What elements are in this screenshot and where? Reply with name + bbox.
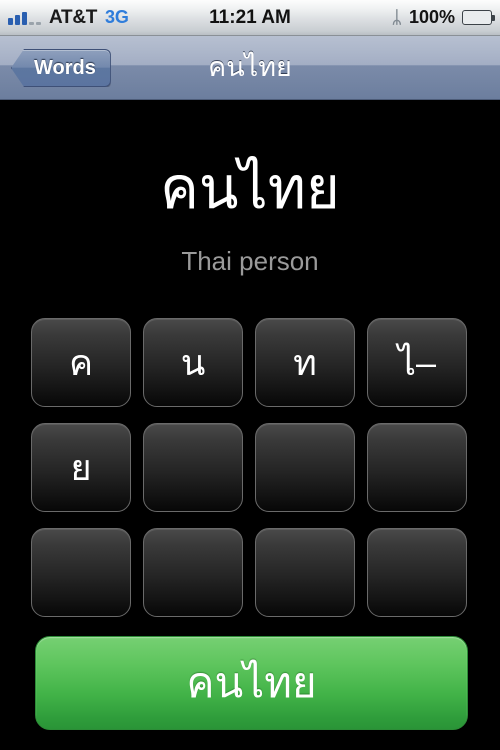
app-screen: AT&T 3G 11:21 AM ᛦ 100% Words คนไทย คนไท… xyxy=(0,0,500,750)
answer-button[interactable]: คนไทย xyxy=(35,636,468,730)
tile-row: ค น ท ไ– xyxy=(31,318,469,407)
letter-tile-empty[interactable] xyxy=(255,423,355,512)
tile-row xyxy=(31,528,469,617)
letter-tile[interactable]: ท xyxy=(255,318,355,407)
network-type-label: 3G xyxy=(105,7,129,27)
status-bar-left: AT&T 3G xyxy=(8,7,250,29)
navigation-bar: Words คนไทย xyxy=(0,36,500,100)
letter-tile-empty[interactable] xyxy=(31,528,131,617)
letter-tile-empty[interactable] xyxy=(367,528,467,617)
status-bar: AT&T 3G 11:21 AM ᛦ 100% xyxy=(0,0,500,36)
back-button-label: Words xyxy=(34,57,96,79)
signal-bars-icon xyxy=(8,10,41,26)
letter-tile-grid: ค น ท ไ– ย xyxy=(31,318,469,617)
letter-tile-empty[interactable] xyxy=(143,423,243,512)
word-translation: Thai person xyxy=(181,246,319,276)
letter-tile-empty[interactable] xyxy=(143,528,243,617)
letter-tile[interactable]: ย xyxy=(31,423,131,512)
back-button-words[interactable]: Words xyxy=(11,49,111,87)
status-bar-right: ᛦ 100% xyxy=(250,7,495,28)
carrier-label: AT&T xyxy=(49,6,98,28)
tile-row: ย xyxy=(31,423,469,512)
letter-tile[interactable]: ไ– xyxy=(367,318,467,407)
bluetooth-icon: ᛦ xyxy=(391,8,402,27)
battery-percent-label: 100% xyxy=(408,7,455,27)
word-headline: คนไทย xyxy=(160,156,340,221)
letter-tile[interactable]: น xyxy=(143,318,243,407)
battery-icon xyxy=(462,10,495,25)
letter-tile-empty[interactable] xyxy=(367,423,467,512)
main-content: คนไทย Thai person ค น ท ไ– ย คนไทย xyxy=(0,101,500,750)
letter-tile[interactable]: ค xyxy=(31,318,131,407)
letter-tile-empty[interactable] xyxy=(255,528,355,617)
